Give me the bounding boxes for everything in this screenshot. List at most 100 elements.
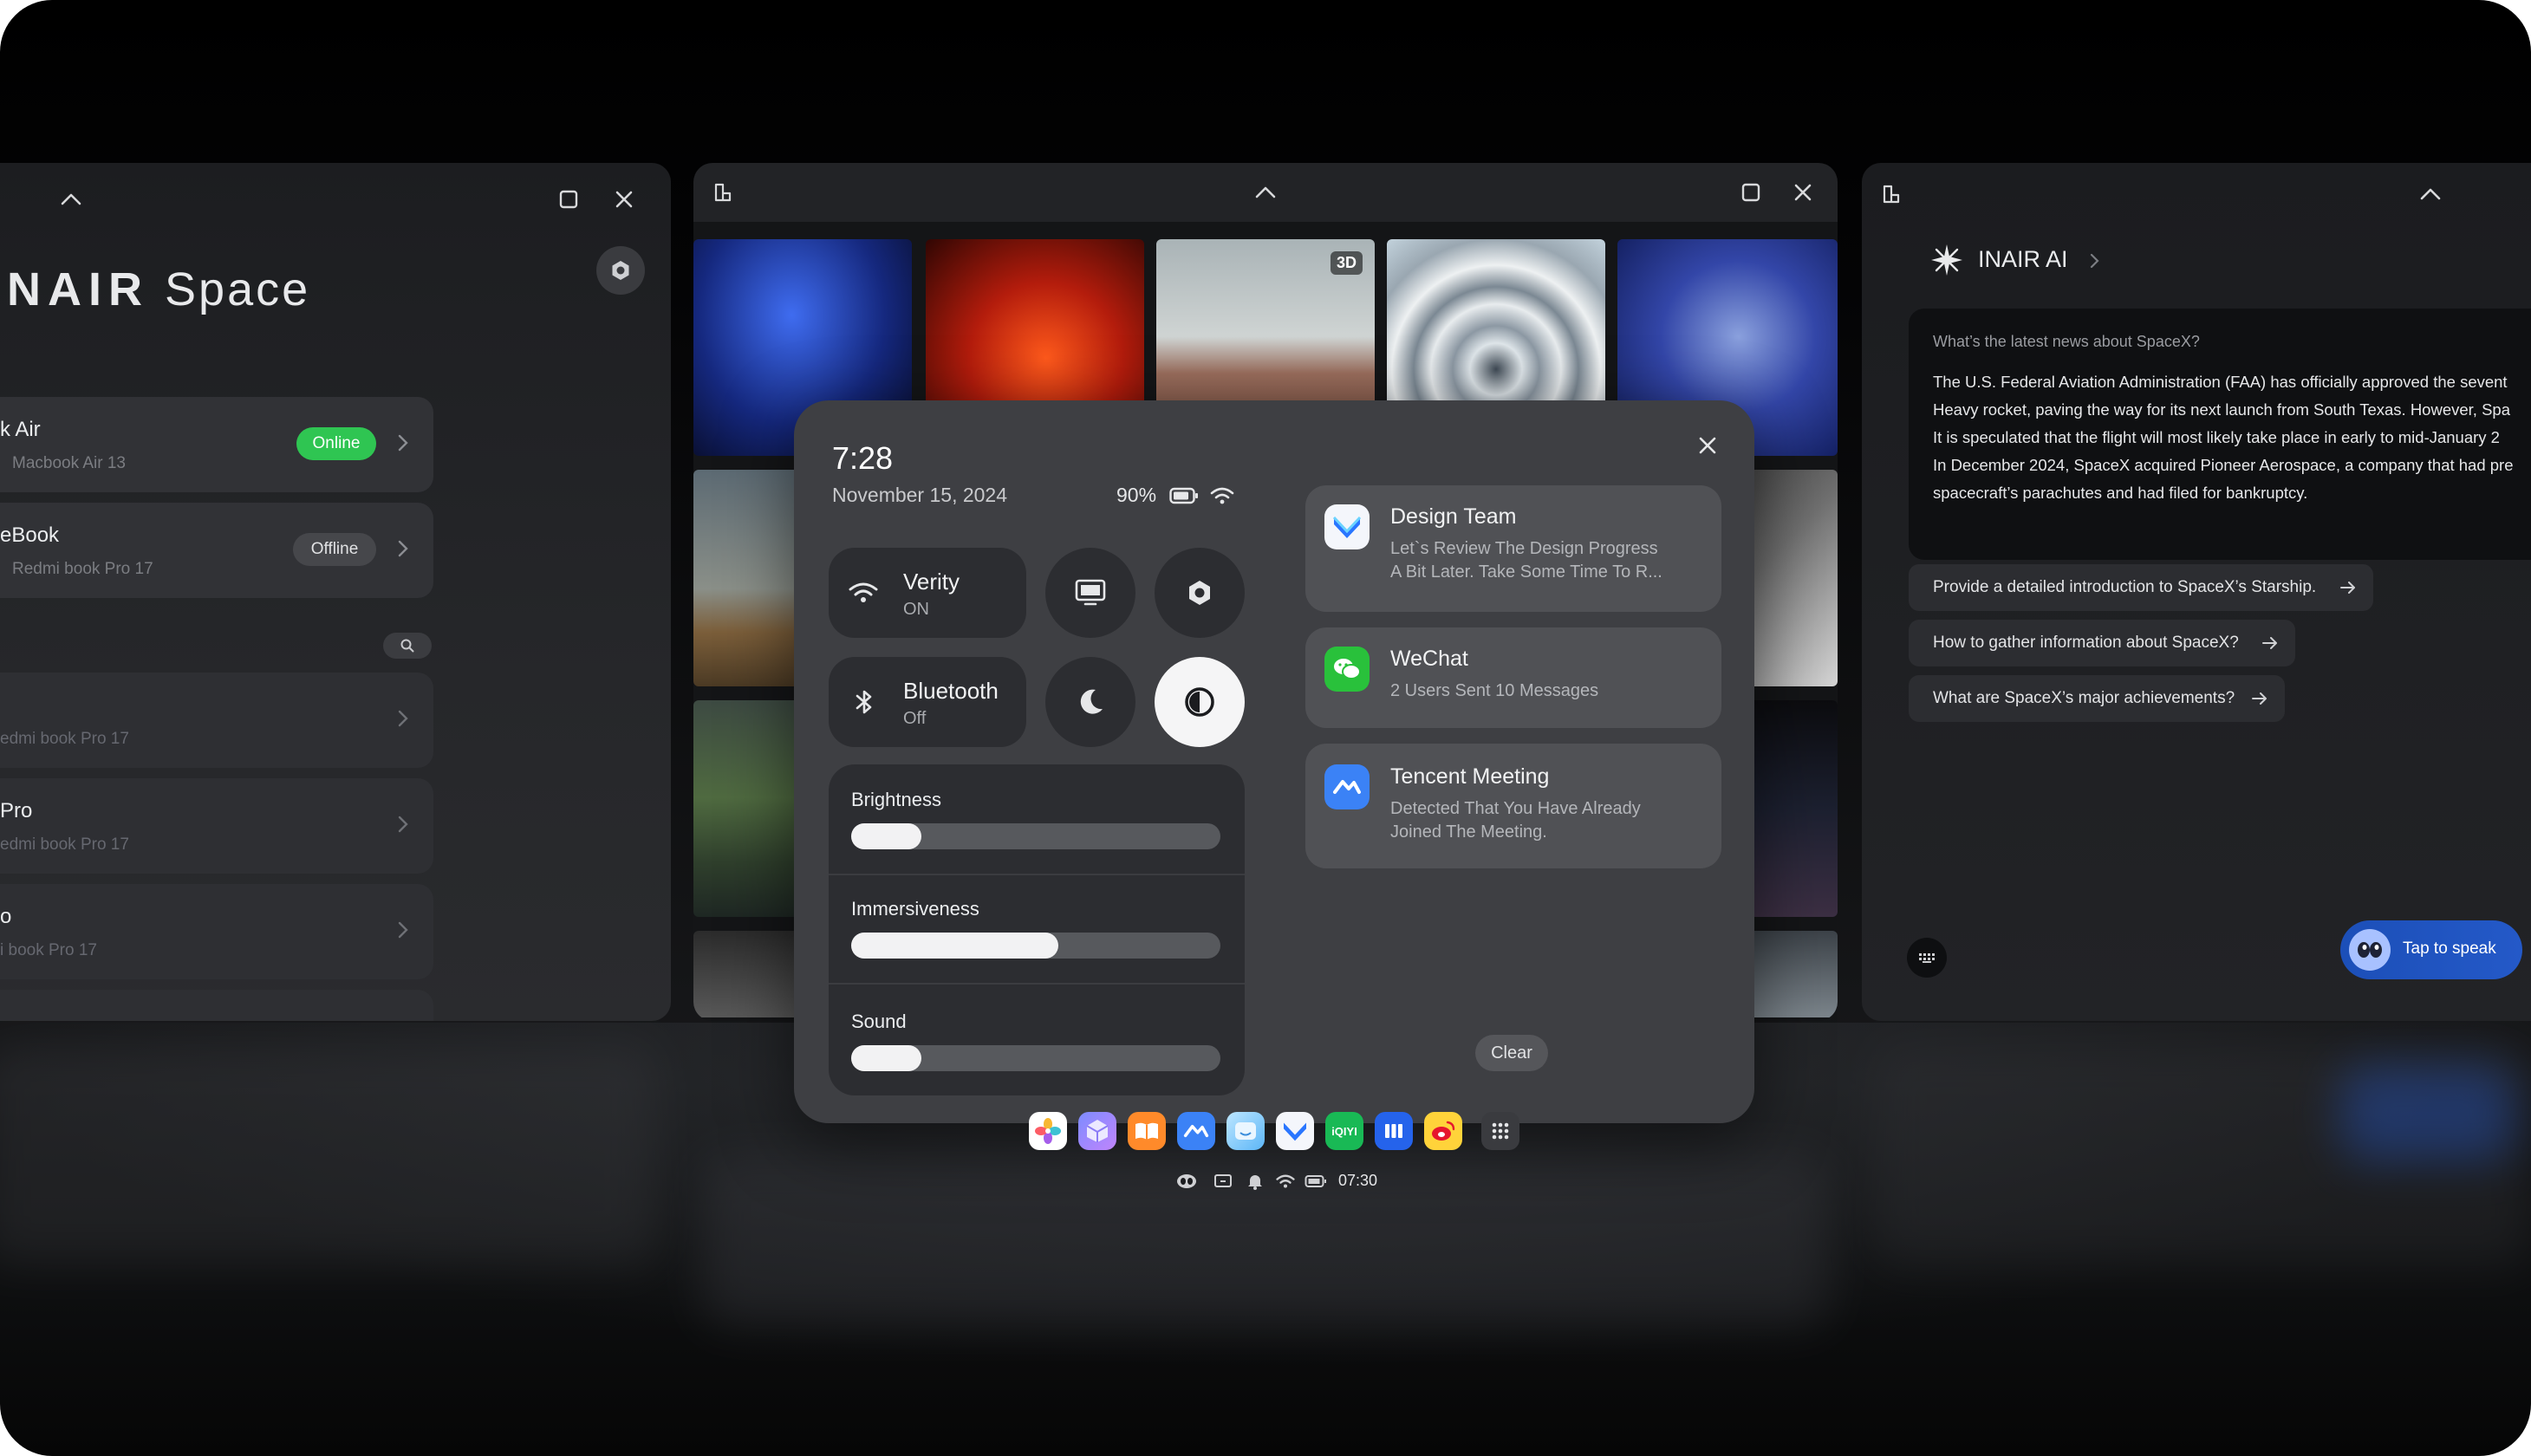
wifi-icon (1207, 484, 1238, 508)
screen: NAIR Space k Air Macbook Air 13 Online e… (0, 0, 2531, 1456)
device-model: Macbook Air 13 (12, 454, 126, 472)
chevron-right-icon[interactable] (2082, 248, 2106, 274)
bluetooth-state: Off (903, 709, 927, 728)
immersiveness-fill (851, 933, 1058, 959)
inair-ai-window: INAIR AI What’s the latest news about Sp… (1862, 163, 2531, 1021)
close-icon[interactable] (1786, 175, 1820, 210)
inair-space-window: NAIR Space k Air Macbook Air 13 Online e… (0, 163, 671, 1021)
iqiyi-app-icon[interactable]: iQIYI (1325, 1112, 1363, 1150)
notification-tencent-meeting[interactable]: Tencent Meeting Detected That You Have A… (1305, 744, 1721, 868)
wifi-icon (848, 579, 879, 607)
monitor-icon (1075, 579, 1106, 606)
arrow-right-icon (2340, 582, 2355, 594)
collapse-icon[interactable] (2411, 177, 2450, 211)
suggestion-starship[interactable]: Provide a detailed introduction to Space… (1909, 564, 2373, 611)
list-item[interactable]: o i book Pro 17 (0, 884, 433, 979)
screen-mirror-button[interactable] (1045, 548, 1135, 638)
maximize-icon[interactable] (1734, 175, 1768, 210)
ai-answer-card: What’s the latest news about SpaceX? The… (1909, 309, 2531, 560)
control-center-panel: 7:28 November 15, 2024 90% Verity ON Blu… (794, 400, 1754, 1123)
device-card-macbook[interactable]: k Air Macbook Air 13 Online (0, 397, 433, 492)
assistant-avatar-icon (2349, 929, 2391, 971)
tap-to-speak-button[interactable]: Tap to speak (2340, 920, 2522, 979)
device-name: eBook (0, 523, 60, 547)
reflection-speak (2340, 1066, 2514, 1161)
immersiveness-label: Immersiveness (851, 898, 979, 920)
collapse-icon[interactable] (52, 180, 90, 218)
device-model: i book Pro 17 (0, 941, 97, 959)
keyboard-icon[interactable] (1907, 938, 1947, 978)
wechat-app-icon (1324, 647, 1370, 692)
close-icon[interactable] (605, 180, 643, 218)
list-item[interactable] (0, 990, 433, 1021)
device-model: edmi book Pro 17 (0, 730, 129, 748)
space-title: NAIR Space (7, 263, 311, 315)
books-app-icon[interactable] (1128, 1112, 1166, 1150)
list-item[interactable]: Pro edmi book Pro 17 (0, 778, 433, 874)
gear-icon (1189, 581, 1210, 605)
maximize-icon[interactable] (550, 180, 588, 218)
screen-cast-icon (1212, 1172, 1234, 1191)
notification-title: Tencent Meeting (1390, 764, 1550, 789)
contrast-mode-button[interactable] (1155, 657, 1245, 747)
collapse-icon[interactable] (1246, 175, 1285, 210)
assistant-status-icon (1175, 1172, 1198, 1191)
notification-body-line: Let`s Review The Design Progress (1390, 539, 1658, 558)
split-layout-icon[interactable] (706, 175, 740, 210)
notification-title: Design Team (1390, 504, 1517, 529)
search-icon[interactable] (383, 633, 432, 659)
answer-line: spacecraft’s parachutes and had filed fo… (1933, 484, 2308, 502)
answer-line: It is speculated that the flight will mo… (1933, 428, 2500, 446)
sound-slider[interactable] (851, 1045, 1220, 1071)
reflection-left (0, 1040, 659, 1265)
sound-label: Sound (851, 1011, 907, 1032)
device-card-redmibook[interactable]: eBook Redmi book Pro 17 Offline (0, 503, 433, 598)
bluetooth-toggle[interactable]: Bluetooth Off (829, 657, 1026, 747)
dark-mode-button[interactable] (1045, 657, 1135, 747)
reflection-middle (702, 1153, 1829, 1326)
device-name: Pro (0, 799, 33, 822)
status-badge-online: Online (296, 427, 376, 460)
split-layout-icon[interactable] (1874, 177, 1909, 211)
notification-body-line: Joined The Meeting. (1390, 822, 1547, 842)
wifi-status-icon (1274, 1172, 1297, 1191)
status-badge-offline: Offline (293, 533, 376, 566)
clear-notifications-button[interactable]: Clear (1475, 1035, 1548, 1071)
settings-gear-icon[interactable] (596, 246, 645, 295)
suggestion-achievements[interactable]: What are SpaceX’s major achievements? (1909, 675, 2285, 722)
clock-time: 7:28 (832, 440, 894, 476)
status-time: 07:30 (1338, 1172, 1378, 1189)
notification-wechat[interactable]: WeChat 2 Users Sent 10 Messages (1305, 627, 1721, 728)
brightness-slider[interactable] (851, 823, 1220, 849)
bluetooth-icon (851, 686, 877, 718)
wifi-network-name: Verity (903, 569, 960, 595)
design-team-dock-icon[interactable] (1276, 1112, 1314, 1150)
wifi-toggle[interactable]: Verity ON (829, 548, 1026, 638)
library-app-icon[interactable] (1375, 1112, 1413, 1150)
settings-button[interactable] (1155, 548, 1245, 638)
ai-title: INAIR AI (1978, 246, 2068, 272)
design-team-app-icon (1324, 504, 1370, 549)
slider-divider (829, 983, 1245, 985)
notification-design-team[interactable]: Design Team Let`s Review The Design Prog… (1305, 485, 1721, 612)
suggestion-gather-info[interactable]: How to gather information about SpaceX? (1909, 620, 2295, 666)
chevron-right-icon (390, 430, 416, 456)
slider-divider (829, 874, 1245, 875)
photos-app-icon[interactable] (1029, 1112, 1067, 1150)
immersiveness-slider[interactable] (851, 933, 1220, 959)
chevron-right-icon (390, 811, 416, 837)
answer-line: Heavy rocket, paving the way for its nex… (1933, 400, 2510, 419)
meeting-app-icon[interactable] (1177, 1112, 1215, 1150)
device-name: o (0, 905, 12, 928)
bluetooth-label: Bluetooth (903, 678, 999, 704)
close-icon[interactable] (1690, 428, 1725, 463)
app-grid-icon[interactable] (1481, 1112, 1519, 1150)
bell-icon (1245, 1172, 1266, 1191)
contrast-icon (1185, 687, 1214, 717)
list-item[interactable]: edmi book Pro 17 (0, 673, 433, 768)
device-name: k Air (0, 418, 41, 441)
finder-app-icon[interactable] (1226, 1112, 1265, 1150)
battery-percent: 90% (1116, 484, 1157, 506)
cube-app-icon[interactable] (1078, 1112, 1116, 1150)
weibo-app-icon[interactable] (1424, 1112, 1462, 1150)
